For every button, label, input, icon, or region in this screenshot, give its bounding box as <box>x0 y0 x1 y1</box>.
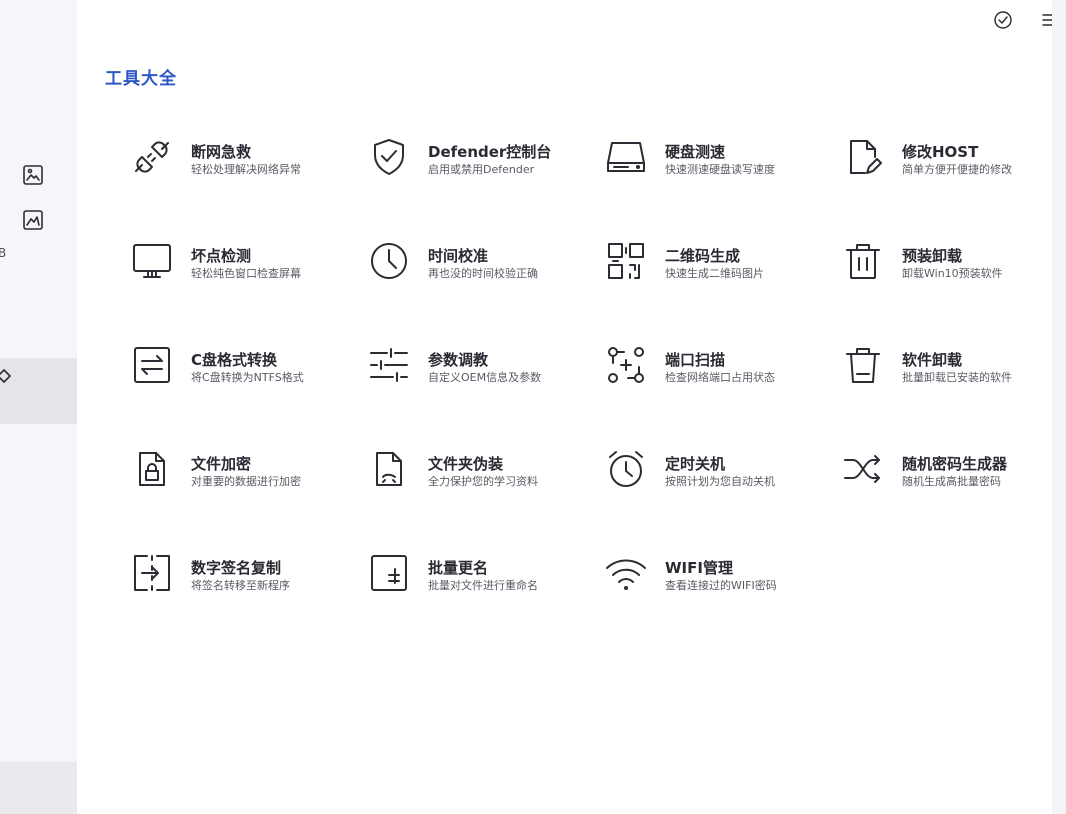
tool-desc: 再也没的时间校验正确 <box>428 267 538 280</box>
tool-desc: 启用或禁用Defender <box>428 163 535 176</box>
tool-desc: 批量卸载已安装的软件 <box>902 371 1012 384</box>
feedback-button[interactable] <box>989 8 1017 32</box>
check-circle-icon <box>994 11 1012 29</box>
tool-name: 坏点检测 <box>191 247 252 265</box>
tool-name: 修改HOST <box>902 143 979 161</box>
tool-name: WIFI管理 <box>665 559 733 577</box>
tool-name: 端口扫描 <box>665 351 726 369</box>
plug-icon <box>135 141 169 173</box>
tool-desc: 快速测速硬盘读写速度 <box>665 163 775 176</box>
tool-port-scan[interactable]: 端口扫描检查网络端口占用状态 <box>603 342 840 446</box>
tool-scheduled-shutdown[interactable]: 定时关机按照计划为您自动关机 <box>603 446 840 550</box>
sidebar-bottom <box>0 762 77 814</box>
tool-name: 时间校准 <box>428 247 489 265</box>
tools-icon <box>0 368 12 388</box>
tool-name: 预装卸载 <box>902 247 963 265</box>
sliders-icon <box>370 348 408 382</box>
tool-time-sync[interactable]: 时间校准再也没的时间校验正确 <box>366 238 603 342</box>
file-edit-icon <box>850 140 882 174</box>
tool-name: 定时关机 <box>665 455 726 473</box>
tool-desc: 卸载Win10预装软件 <box>902 267 1003 280</box>
tool-name: 断网急救 <box>191 143 252 161</box>
tool-qrcode[interactable]: 二维码生成快速生成二维码图片 <box>603 238 840 342</box>
alarm-clock-icon <box>609 451 643 487</box>
file-disguise-icon <box>376 452 402 486</box>
swap-icon <box>134 347 170 383</box>
tool-preinstall-uninstall[interactable]: 预装卸载卸载Win10预装软件 <box>840 238 1066 342</box>
tool-c-drive-convert[interactable]: C盘格式转换将C盘转换为NTFS格式 <box>129 342 366 446</box>
tool-name: 数字签名复制 <box>191 559 282 577</box>
tool-desc: 轻松处理解决网络异常 <box>191 163 301 176</box>
qrcode-icon <box>608 243 644 279</box>
signature-transfer-icon <box>134 555 170 591</box>
tool-random-password[interactable]: 随机密码生成器随机生成高批量密码 <box>840 446 1066 550</box>
hard-drive-icon <box>607 142 645 172</box>
image-edit-icon[interactable] <box>20 207 46 233</box>
wifi-icon <box>606 559 646 590</box>
tools-grid: 断网急救 轻松处理解决网络异常 Defender控制台 启用或禁用Defender … <box>129 134 1066 654</box>
tool-file-encrypt[interactable]: 文件加密对重要的数据进行加密 <box>129 446 366 550</box>
tool-desc: 对重要的数据进行加密 <box>191 475 301 488</box>
tool-name: 随机密码生成器 <box>902 455 1008 473</box>
scan-icon <box>608 347 644 383</box>
tool-name: C盘格式转换 <box>191 351 278 369</box>
image-frame-icon[interactable] <box>20 162 46 188</box>
monitor-icon <box>133 244 171 278</box>
tool-desc: 检查网络端口占用状态 <box>665 371 775 384</box>
tool-signature-copy[interactable]: 数字签名复制将签名转移至新程序 <box>129 550 366 654</box>
tool-desc: 将签名转移至新程序 <box>191 579 290 592</box>
tool-desc: 批量对文件进行重命名 <box>428 579 538 592</box>
tool-name: Defender控制台 <box>428 143 552 161</box>
tool-desc: 全力保护您的学习资料 <box>428 475 538 488</box>
tool-name: 文件夹伪装 <box>428 455 504 473</box>
shield-check-icon <box>374 139 404 175</box>
tool-folder-disguise[interactable]: 文件夹伪装全力保护您的学习资料 <box>366 446 603 550</box>
tool-network-repair[interactable]: 断网急救轻松处理解决网络异常 <box>129 134 366 238</box>
tool-name: 批量更名 <box>428 559 489 577</box>
main-panel: 工具大全 断网急救轻松处理解决网络异常 Defender控制台启用或禁用Defe… <box>77 0 1056 814</box>
tool-name: 文件加密 <box>191 455 252 473</box>
shuffle-icon <box>844 455 880 483</box>
page-title: 工具大全 <box>105 69 177 89</box>
tool-name: 硬盘测速 <box>665 143 726 161</box>
sidebar: B <box>0 0 77 814</box>
file-lock-icon <box>139 452 165 486</box>
clock-icon <box>371 243 407 279</box>
tool-dead-pixel[interactable]: 坏点检测轻松纯色窗口检查屏幕 <box>129 238 366 342</box>
sidebar-item-tools[interactable] <box>0 358 77 424</box>
tool-name: 软件卸载 <box>902 351 963 369</box>
window-right-edge <box>1052 0 1066 814</box>
tool-defender-console[interactable]: Defender控制台启用或禁用Defender <box>366 134 603 238</box>
tool-batch-rename[interactable]: 批量更名批量对文件进行重命名 <box>366 550 603 654</box>
tool-desc: 随机生成高批量密码 <box>902 475 1001 488</box>
tool-wifi-manager[interactable]: WIFI管理查看连接过的WIFI密码 <box>603 550 840 654</box>
trash-icon <box>846 244 880 279</box>
tool-disk-speed[interactable]: 硬盘测速快速测速硬盘读写速度 <box>603 134 840 238</box>
tool-desc: 自定义OEM信息及参数 <box>428 371 542 384</box>
tool-name: 二维码生成 <box>665 247 741 265</box>
tool-desc: 将C盘转换为NTFS格式 <box>191 371 304 384</box>
tool-desc: 查看连接过的WIFI密码 <box>665 579 777 592</box>
tool-desc: 简单方便开便捷的修改 <box>902 163 1012 176</box>
sidebar-edge-text: B <box>0 246 7 260</box>
tool-desc: 轻松纯色窗口检查屏幕 <box>191 267 301 280</box>
tool-parameter-tuning[interactable]: 参数调教自定义OEM信息及参数 <box>366 342 603 446</box>
tool-desc: 快速生成二维码图片 <box>665 267 764 280</box>
tool-software-uninstall[interactable]: 软件卸载批量卸载已安装的软件 <box>840 342 1066 446</box>
tool-desc: 按照计划为您自动关机 <box>665 475 775 488</box>
tool-name: 参数调教 <box>428 351 489 369</box>
tool-edit-host[interactable]: 修改HOST 简单方便开便捷的修改 <box>840 134 1066 238</box>
trash-bin-icon <box>846 348 880 383</box>
rename-icon <box>371 555 407 591</box>
